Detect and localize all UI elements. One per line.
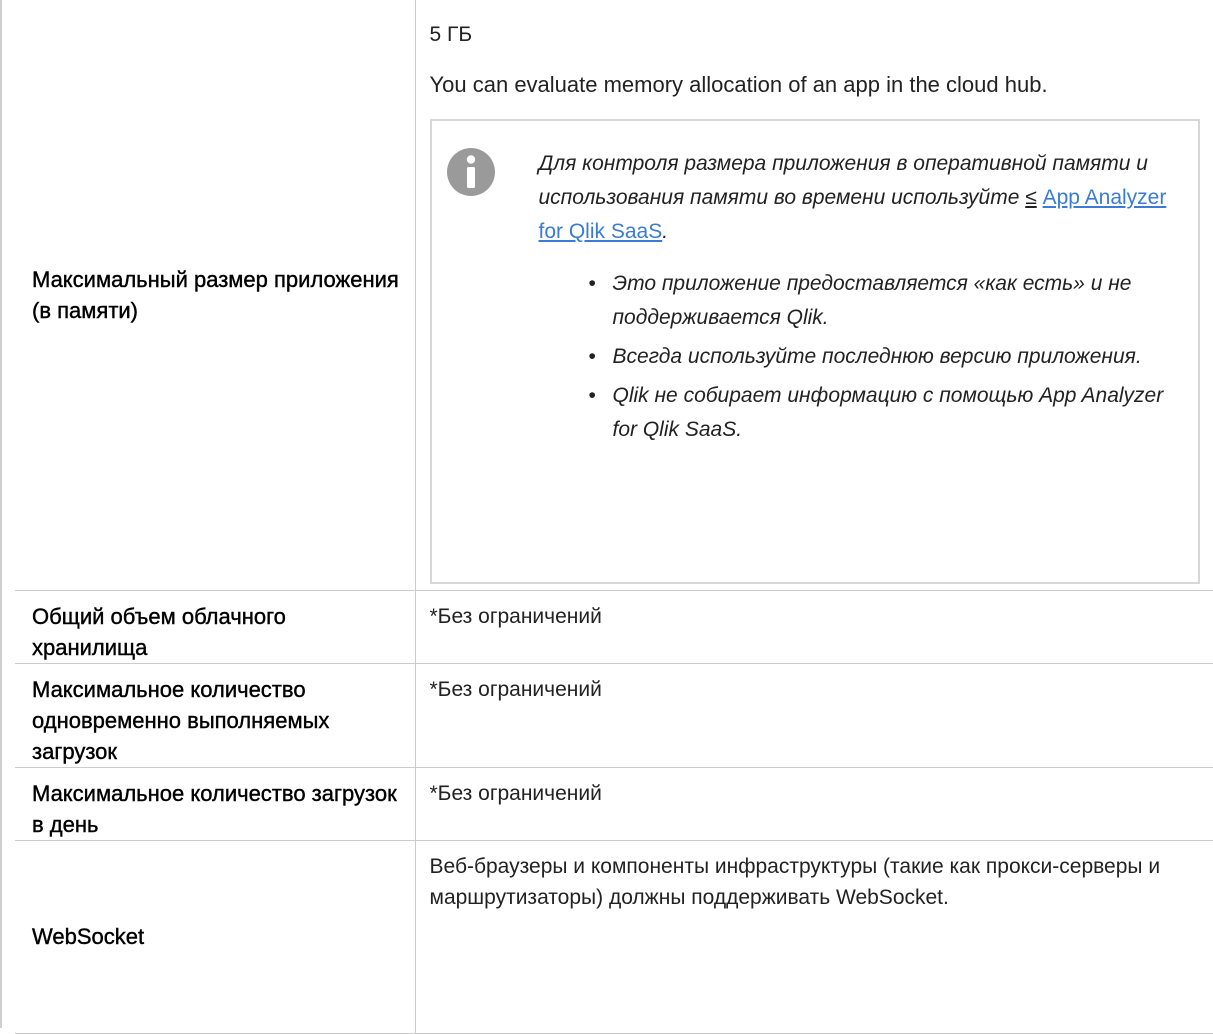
note-text: Для контроля размера приложения в операт… [539,147,1179,452]
row-value-websocket: Веб-браузеры и компоненты инфраструктуры… [415,840,1213,1034]
note-bullet-text: Всегда используйте последнюю версию прил… [612,345,1142,368]
row-value-app-size: 5 ГБ You can evaluate memory allocation … [415,0,1213,591]
row-value-cloud-storage: *Без ограничений [415,590,1213,664]
app-size-description: You can evaluate memory allocation of an… [429,72,1048,97]
note-bullet-text: Qlik не собирает информацию с помощью Ap… [612,384,1164,441]
note-bullet-text: Это приложение предоставляется «как есть… [612,272,1132,329]
row-value-reloads-per-day: *Без ограничений [415,767,1213,841]
row-label-app-size: Максимальный размер приложения (в памяти… [15,0,416,591]
table-row: Максимальное количество загрузок в день … [15,767,1213,841]
external-link-icon[interactable]: ≤ [1025,186,1037,209]
bullet-icon: • [588,345,596,368]
row-label-websocket: WebSocket [15,840,416,1034]
list-item: • Это приложение предоставляется «как ест… [589,267,1179,335]
table-row: Общий объем облачного хранилища *Без огр… [15,590,1213,664]
row-label-cloud-storage: Общий объем облачного хранилища [15,590,416,664]
bullet-icon: • [588,272,596,295]
note-bullet-list: • Это приложение предоставляется «как ест… [539,267,1179,447]
table-row: Максимальное количество одновременно вып… [15,663,1213,768]
list-item: • Qlik не собирает информацию с помощью A… [589,379,1179,447]
row-label-reloads-per-day: Максимальное количество загрузок в день [15,767,416,841]
page-edge-divider [0,0,2,1028]
list-item: • Всегда используйте последнюю версию при… [589,340,1179,374]
note-paragraph: Для контроля размера приложения в операт… [539,147,1179,249]
limits-table: Максимальный размер приложения (в памяти… [15,0,1213,1034]
note-text-after-link: . [662,220,669,243]
app-size-value: 5 ГБ [429,23,473,46]
row-label-concurrent-reloads: Максимальное количество одновременно вып… [15,663,416,768]
row-value-concurrent-reloads: *Без ограничений [415,663,1213,768]
table-row: WebSocket Веб-браузеры и компоненты инфр… [15,840,1213,1034]
bullet-icon: • [588,384,596,407]
info-icon [446,148,495,196]
note-box: Для контроля размера приложения в операт… [429,119,1200,584]
table-row: Максимальный размер приложения (в памяти… [15,0,1213,591]
